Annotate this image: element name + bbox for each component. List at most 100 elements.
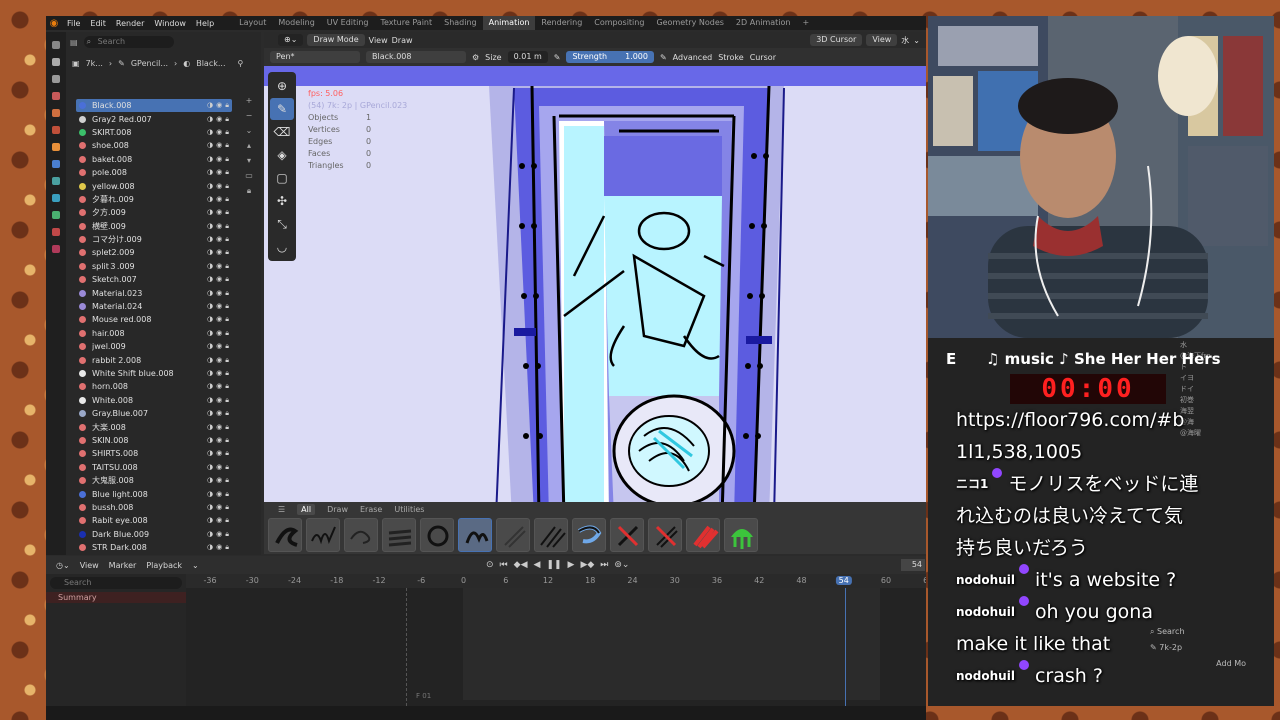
tab-layout[interactable]: Layout (233, 16, 272, 30)
chat-username[interactable]: ニコ1 (956, 468, 988, 500)
visibility-lock-icons[interactable]: ◑◉🔒︎ (207, 302, 232, 311)
visibility-lock-icons[interactable]: ◑◉🔒︎ (207, 490, 232, 499)
jump-end-icon[interactable]: ⏭ (600, 560, 608, 570)
pressure-strength-icon[interactable]: ✎ (660, 53, 667, 62)
menu-render[interactable]: Render (111, 19, 149, 28)
tab-draw[interactable]: Draw (327, 505, 348, 514)
brush-erase-soft-thumbnail[interactable] (648, 518, 682, 552)
tab-rendering[interactable]: Rendering (535, 16, 588, 30)
brush-hatch-thumbnail[interactable] (534, 518, 568, 552)
current-frame-field[interactable]: 54 (901, 559, 925, 571)
play-reverse-icon[interactable]: ◀ (534, 560, 541, 570)
editor-type-icon[interactable]: ◷⌄ (56, 561, 70, 570)
timeline-area[interactable]: -36-30-24-18-12-606121824303642485460667… (186, 574, 926, 706)
material-slot-row[interactable]: White.008 ◑◉🔒︎ (76, 394, 232, 407)
tab-2d-animation[interactable]: 2D Animation (730, 16, 797, 30)
brush-blur-thumbnail[interactable] (572, 518, 606, 552)
visibility-lock-icons[interactable]: ◑◉🔒︎ (207, 516, 232, 525)
material-slot-row[interactable]: TAITSU.008 ◑◉🔒︎ (76, 461, 232, 474)
mode-dropdown[interactable]: Draw Mode (307, 34, 365, 46)
crumb-material[interactable]: Black... (196, 59, 225, 68)
tint-tool-icon[interactable]: ✣ (270, 190, 294, 212)
tab-geometry-nodes[interactable]: Geometry Nodes (650, 16, 729, 30)
strength-slider[interactable]: Strength 1.000 (566, 51, 654, 63)
material-slot-row[interactable]: Material.023 ◑◉🔒︎ (76, 286, 232, 299)
chevron-down-icon[interactable]: ⌄ (913, 36, 920, 45)
material-slot-row[interactable]: split３.009 ◑◉🔒︎ (76, 260, 232, 273)
material-slot-row[interactable]: shoe.008 ◑◉🔒︎ (76, 139, 232, 152)
eyedropper-tool-icon[interactable]: ⤡ (270, 213, 294, 235)
material-slot-row[interactable]: Blue light.008 ◑◉🔒︎ (76, 487, 232, 500)
editor-type-dropdown[interactable]: ⊕⌄ (278, 34, 304, 46)
material-slot-row[interactable]: jwel.009 ◑◉🔒︎ (76, 340, 232, 353)
view-menu[interactable]: View (369, 36, 388, 45)
texture-tab-icon[interactable] (52, 245, 60, 253)
view-layer-tab-icon[interactable] (52, 92, 60, 100)
object-tab-icon[interactable] (52, 143, 60, 151)
visibility-lock-icons[interactable]: ◑◉🔒︎ (207, 208, 232, 217)
visibility-lock-icons[interactable]: ◑◉🔒︎ (207, 155, 232, 164)
tab-erase[interactable]: Erase (360, 505, 382, 514)
material-dropdown[interactable]: Black.008 (366, 51, 466, 63)
visibility-lock-icons[interactable]: ◑◉🔒︎ (207, 342, 232, 351)
pause-icon[interactable]: ❚❚ (546, 560, 561, 570)
material-slot-row[interactable]: hair.008 ◑◉🔒︎ (76, 327, 232, 340)
visibility-lock-icons[interactable]: ◑◉🔒︎ (207, 463, 232, 472)
brush-settings-icon[interactable]: ⚙ (472, 53, 479, 62)
draw-tool-icon[interactable]: ✎ (270, 98, 294, 120)
visibility-lock-icons[interactable]: ◑◉🔒︎ (207, 476, 232, 485)
visibility-lock-icons[interactable]: ◑◉🔒︎ (207, 396, 232, 405)
material-slot-row[interactable]: 夕暮れ.009 ◑◉🔒︎ (76, 193, 232, 206)
shelf-menu-icon[interactable]: ☰ (278, 505, 285, 514)
advanced-dropdown[interactable]: Advanced (673, 53, 713, 62)
crumb-object[interactable]: 7k... (86, 59, 103, 68)
remove-icon[interactable]: − (243, 111, 255, 120)
visibility-lock-icons[interactable]: ◑◉🔒︎ (207, 543, 232, 552)
material-slot-row[interactable]: splet2.009 ◑◉🔒︎ (76, 246, 232, 259)
tab-uv-editing[interactable]: UV Editing (321, 16, 375, 30)
material-slot-row[interactable]: rabbit 2.008 ◑◉🔒︎ (76, 353, 232, 366)
tree-item[interactable]: ドイ (1180, 384, 1246, 395)
stroke-dropdown[interactable]: Stroke (718, 53, 744, 62)
brush-tint-thumbnail[interactable] (724, 518, 758, 552)
menu-window[interactable]: Window (149, 19, 191, 28)
tab-texture-paint[interactable]: Texture Paint (375, 16, 439, 30)
tab-all[interactable]: All (297, 503, 316, 515)
visibility-lock-icons[interactable]: ◑◉🔒︎ (207, 182, 232, 191)
visibility-lock-icons[interactable]: ◑◉🔒︎ (207, 262, 232, 271)
material-slot-row[interactable]: Dark Blue.009 ◑◉🔒︎ (76, 528, 232, 541)
material-slot-row[interactable]: horn.008 ◑◉🔒︎ (76, 380, 232, 393)
tab-modeling[interactable]: Modeling (272, 16, 320, 30)
summary-channel[interactable]: Summary (46, 592, 186, 603)
visibility-lock-icons[interactable]: ◑◉🔒︎ (207, 382, 232, 391)
pressure-icon[interactable]: ✎ (554, 53, 561, 62)
brush-erase-hard-thumbnail[interactable] (610, 518, 644, 552)
brush-chisel-thumbnail[interactable] (496, 518, 530, 552)
material-slot-row[interactable]: Mouse red.008 ◑◉🔒︎ (76, 313, 232, 326)
visibility-lock-icons[interactable]: ◑◉🔒︎ (207, 409, 232, 418)
add-icon[interactable]: + (243, 96, 255, 105)
sync-icon[interactable]: ⊚⌄ (614, 560, 629, 570)
playhead[interactable] (845, 588, 846, 706)
visibility-lock-icons[interactable]: ◑◉🔒︎ (207, 222, 232, 231)
output-tab-icon[interactable] (52, 75, 60, 83)
pin-icon[interactable]: ⚲ (238, 59, 244, 68)
outliner-search[interactable]: ⌕ Search (83, 36, 174, 48)
visibility-lock-icons[interactable]: ◑◉🔒︎ (207, 315, 232, 324)
visibility-lock-icons[interactable]: ◑◉🔒︎ (207, 168, 232, 177)
visibility-lock-icons[interactable]: ◑◉🔒︎ (207, 275, 232, 284)
visibility-lock-icons[interactable]: ◑◉🔒︎ (207, 356, 232, 365)
material-slot-row[interactable]: SHIRTS.008 ◑◉🔒︎ (76, 447, 232, 460)
menu-file[interactable]: File (62, 19, 85, 28)
tab-compositing[interactable]: Compositing (588, 16, 650, 30)
chat-username[interactable]: nodohuil (956, 564, 1015, 596)
3d-viewport[interactable]: ⊕⌄ Draw Mode View Draw 3D Cursor View 水 … (264, 32, 926, 517)
material-slot-row[interactable]: White Shift blue.008 ◑◉🔒︎ (76, 367, 232, 380)
brush-pencil-thumbnail[interactable] (344, 518, 378, 552)
material-slot-row[interactable]: yellow.008 ◑◉🔒︎ (76, 179, 232, 192)
tool-tab-icon[interactable] (52, 41, 60, 49)
material-slot-row[interactable]: SKIN.008 ◑◉🔒︎ (76, 434, 232, 447)
visibility-lock-icons[interactable]: ◑◉🔒︎ (207, 369, 232, 378)
frame-ruler[interactable]: -36-30-24-18-12-606121824303642485460667… (186, 574, 926, 588)
material-slot-row[interactable]: pole.008 ◑◉🔒︎ (76, 166, 232, 179)
